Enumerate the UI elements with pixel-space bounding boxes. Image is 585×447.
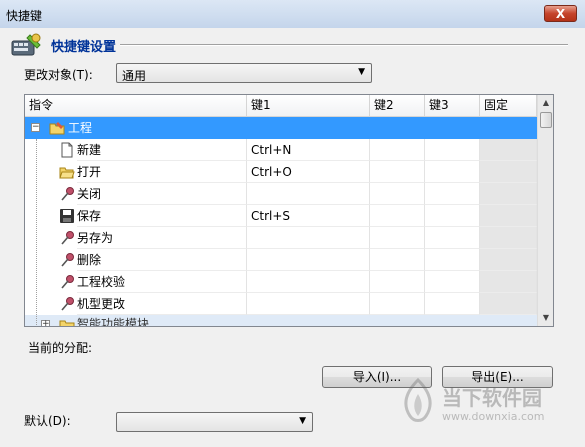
watermark: 当下软件园 www.downxia.com — [398, 376, 568, 436]
chevron-down-icon: ▼ — [358, 67, 365, 77]
window-title: 快捷键 — [6, 9, 43, 23]
new-file-icon — [61, 142, 73, 158]
key2-cell[interactable] — [370, 205, 425, 227]
command-cell: 另存为 — [77, 227, 247, 249]
table-row[interactable]: 打开 Ctrl+O — [25, 161, 537, 183]
expand-icon[interactable]: + — [41, 320, 50, 326]
key1-cell[interactable] — [247, 249, 370, 271]
key2-cell[interactable] — [370, 161, 425, 183]
collapse-icon[interactable]: − — [31, 123, 40, 132]
save-icon — [60, 209, 74, 223]
table-row[interactable]: 新建 Ctrl+N — [25, 139, 537, 161]
target-select-value: 通用 — [122, 69, 147, 83]
command-cell: 关闭 — [77, 183, 247, 205]
header-divider — [120, 44, 568, 46]
default-select[interactable]: ▼ — [116, 412, 313, 432]
header-title: 快捷键设置 — [51, 40, 117, 55]
pin-icon — [61, 297, 74, 311]
pin-icon — [61, 231, 74, 245]
fixed-cell — [480, 271, 537, 293]
table-row[interactable]: 关闭 — [25, 183, 537, 205]
table-row[interactable]: 工程校验 — [25, 271, 537, 293]
group-row-project[interactable]: − 工程 — [25, 117, 537, 139]
key3-cell[interactable] — [425, 183, 480, 205]
chevron-down-icon: ▼ — [299, 416, 306, 426]
fixed-cell — [480, 183, 537, 205]
current-assignment-label: 当前的分配: — [28, 341, 93, 355]
group-label: 工程 — [68, 121, 93, 135]
vertical-scrollbar[interactable]: ▲ ▼ — [537, 95, 553, 326]
watermark-url: www.downxia.com — [442, 410, 545, 423]
table-row[interactable]: 机型更改 — [25, 293, 537, 315]
scroll-up-icon[interactable]: ▲ — [538, 95, 553, 111]
key3-cell[interactable] — [425, 139, 480, 161]
title-bar: 快捷键 X — [0, 0, 585, 28]
keyboard-icon — [11, 33, 41, 56]
command-cell: 新建 — [77, 139, 247, 161]
command-cell: 机型更改 — [77, 293, 247, 315]
watermark-brand: 当下软件园 — [442, 386, 542, 410]
target-select[interactable]: 通用 ▼ — [116, 63, 372, 83]
key1-cell[interactable] — [247, 227, 370, 249]
key2-cell[interactable] — [370, 271, 425, 293]
group-label: 智能功能模块 — [77, 317, 150, 327]
command-cell: 打开 — [77, 161, 247, 183]
fixed-cell — [480, 205, 537, 227]
key2-cell[interactable] — [370, 139, 425, 161]
close-button[interactable]: X — [544, 5, 577, 22]
fixed-cell — [480, 139, 537, 161]
pin-icon — [61, 187, 74, 201]
fixed-cell — [480, 293, 537, 315]
column-command[interactable]: 指令 — [25, 95, 247, 116]
table-header: 指令 键1 键2 键3 固定 — [25, 95, 537, 117]
project-folder-icon — [49, 122, 65, 135]
key1-cell[interactable]: Ctrl+O — [247, 161, 370, 183]
key2-cell[interactable] — [370, 183, 425, 205]
column-key3[interactable]: 键3 — [425, 95, 480, 116]
key3-cell[interactable] — [425, 227, 480, 249]
pin-icon — [61, 275, 74, 289]
pin-icon — [61, 253, 74, 267]
key3-cell[interactable] — [425, 161, 480, 183]
shortcut-table[interactable]: 指令 键1 键2 键3 固定 − 工程 新建 Ctrl+N 打开 Ctrl+O 关闭 保存… — [24, 94, 554, 327]
key3-cell[interactable] — [425, 205, 480, 227]
column-fixed[interactable]: 固定 — [480, 95, 537, 116]
table-row[interactable]: 另存为 — [25, 227, 537, 249]
key3-cell[interactable] — [425, 249, 480, 271]
watermark-logo-icon — [404, 378, 432, 422]
key1-cell[interactable] — [247, 293, 370, 315]
column-key1[interactable]: 键1 — [247, 95, 370, 116]
key1-cell[interactable] — [247, 183, 370, 205]
command-cell: 删除 — [77, 249, 247, 271]
key2-cell[interactable] — [370, 293, 425, 315]
fixed-cell — [480, 227, 537, 249]
scroll-down-icon[interactable]: ▼ — [538, 310, 553, 326]
key1-cell[interactable]: Ctrl+N — [247, 139, 370, 161]
key3-cell[interactable] — [425, 271, 480, 293]
key1-cell[interactable]: Ctrl+S — [247, 205, 370, 227]
folder-icon — [59, 320, 75, 326]
group-row-smart-module[interactable]: + 智能功能模块 — [25, 315, 537, 327]
table-row[interactable]: 保存 Ctrl+S — [25, 205, 537, 227]
fixed-cell — [480, 249, 537, 271]
key1-cell[interactable] — [247, 271, 370, 293]
key3-cell[interactable] — [425, 293, 480, 315]
default-label: 默认(D): — [24, 414, 71, 428]
command-cell: 保存 — [77, 205, 247, 227]
open-folder-icon — [59, 167, 75, 179]
key2-cell[interactable] — [370, 227, 425, 249]
target-label: 更改对象(T): — [24, 68, 93, 82]
fixed-cell — [480, 161, 537, 183]
scroll-thumb[interactable] — [540, 112, 552, 128]
tree-connector — [36, 139, 37, 326]
column-key2[interactable]: 键2 — [370, 95, 425, 116]
table-row[interactable]: 删除 — [25, 249, 537, 271]
key2-cell[interactable] — [370, 249, 425, 271]
command-cell: 工程校验 — [77, 271, 247, 293]
